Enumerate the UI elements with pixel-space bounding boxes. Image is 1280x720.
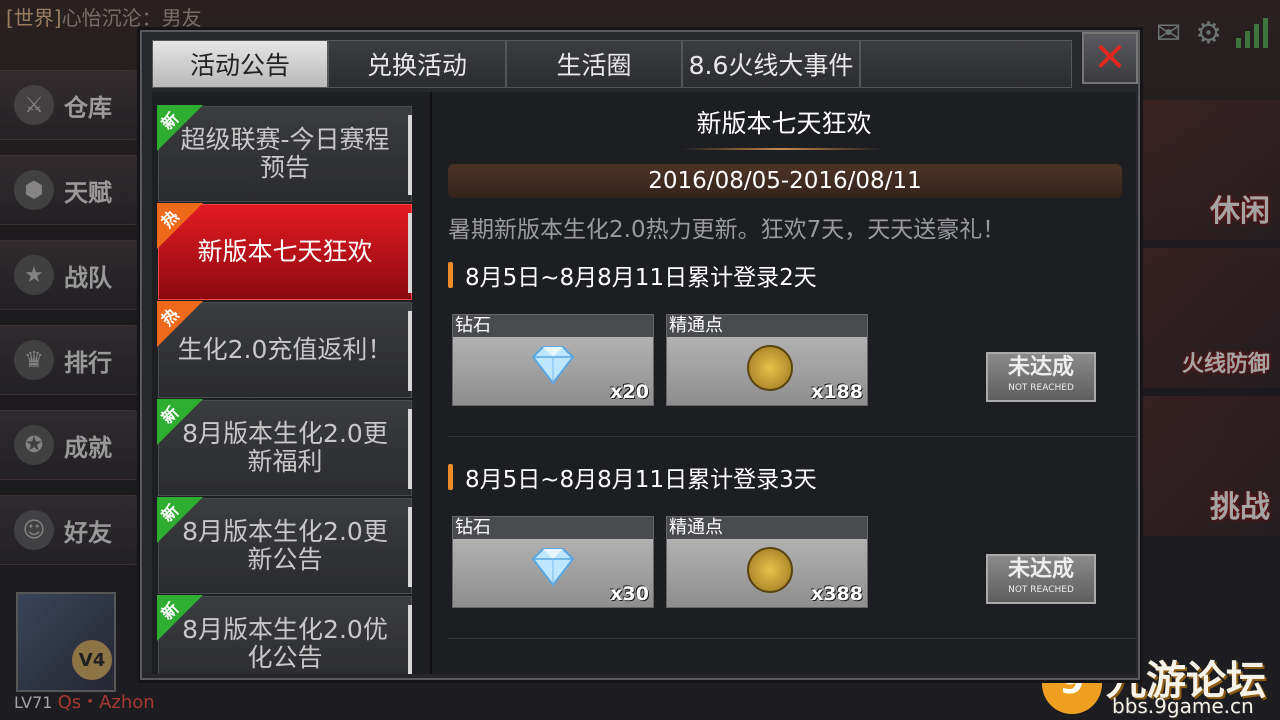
date-range: 2016/08/05-2016/08/11 [448,164,1122,198]
menu-item-label: 仓库 [64,93,112,122]
close-icon: ✕ [1093,35,1127,81]
talent-icon: ⬢ [14,170,54,210]
condition-marker-icon [448,262,453,288]
not-reached-button[interactable]: 未达成 NOT REACHED [986,352,1096,402]
mastery-point-icon [747,345,793,391]
not-reached-button[interactable]: 未达成 NOT REACHED [986,554,1096,604]
reward-condition: 8月5日~8月8月11日累计登录3天 [448,462,817,493]
reward-item-name: 钻石 [453,517,653,539]
tab-announcements[interactable]: 活动公告 [152,40,328,88]
list-item[interactable]: 新 超级联赛-今日赛程预告 [157,105,412,202]
list-item[interactable]: 新 8月版本生化2.0更新公告 [157,497,412,594]
menu-item-ranking[interactable]: ♛ 排行 [0,325,140,395]
tab-empty [860,40,1072,88]
title-divider [682,148,882,150]
player-avatar[interactable]: V4 [0,588,140,698]
player-level: LV71 [14,693,53,712]
announcement-list[interactable]: 新 超级联赛-今日赛程预告 热 新版本七天狂欢 热 生化2.0充值返利！ 新 8… [152,100,420,674]
reward-item-qty: x188 [811,381,863,403]
menu-item-label: 战队 [64,263,112,292]
menu-item-label: 成就 [64,433,112,462]
menu-item-warehouse[interactable]: ⚔ 仓库 [0,70,140,140]
medal-icon: ✪ [14,425,54,465]
reward-row: 8月5日~8月8月11日累计登录2天 钻石 x20 精通点 x188 未达成 N… [448,260,1138,437]
row-divider [448,638,1138,639]
list-item-title: 8月版本生化2.0优化公告 [182,615,388,672]
reward-condition: 8月5日~8月8月11日累计登录2天 [448,260,817,291]
tab-events[interactable]: 8.6火线大事件 [682,40,860,88]
list-item[interactable]: 新 8月版本生化2.0优化公告 [157,595,412,674]
reward-item-qty: x20 [610,381,649,403]
reward-item-qty: x30 [610,583,649,605]
close-button[interactable]: ✕ [1082,32,1138,84]
reward-item-qty: x388 [811,583,863,605]
reward-item-card[interactable]: 精通点 x388 [666,516,868,608]
status-sublabel: NOT REACHED [1008,585,1074,595]
row-divider [448,436,1138,437]
friends-icon: ☺ [14,510,54,550]
menu-item-achievement[interactable]: ✪ 成就 [0,410,140,480]
list-item-title: 超级联赛-今日赛程预告 [180,125,390,182]
chat-message: 心怡沉沦：男友 [61,6,202,30]
vip-badge: V4 [72,640,112,680]
list-item-title: 新版本七天狂欢 [197,237,373,266]
mode-panel-label: 休闲 [1210,194,1270,229]
menu-item-team[interactable]: ★ 战队 [0,240,140,310]
mode-panel-challenge[interactable]: 挑战 [1138,396,1280,536]
menu-item-label: 天赋 [64,178,112,207]
reward-item-name: 精通点 [667,315,867,337]
tab-exchange[interactable]: 兑换活动 [328,40,506,88]
mode-panel-label: 挑战 [1210,490,1270,525]
condition-marker-icon [448,464,453,490]
team-icon: ★ [14,255,54,295]
announcement-content[interactable]: 新版本七天狂欢 2016/08/05-2016/08/11 暑期新版本生化2.0… [430,92,1138,674]
list-item-title: 8月版本生化2.0更新公告 [182,517,388,574]
content-description: 暑期新版本生化2.0热力更新。狂欢7天，天天送豪礼！ [448,217,1006,243]
dialog-tabs: 活动公告 兑换活动 生活圈 8.6火线大事件 [152,40,1072,88]
dialog-body: 新 超级联赛-今日赛程预告 热 新版本七天狂欢 热 生化2.0充值返利！ 新 8… [152,92,1138,674]
gear-icon[interactable]: ⚙ [1195,16,1222,51]
watermark-url: bbs.9game.cn [1112,694,1254,718]
reward-item-card[interactable]: 钻石 x20 [452,314,654,406]
reward-item-name: 精通点 [667,517,867,539]
announcement-dialog: 活动公告 兑换活动 生活圈 8.6火线大事件 ✕ 新 超级联赛-今日赛程预告 热… [140,30,1140,680]
status-label: 未达成 [1007,557,1074,582]
right-mode-panels: 休闲 火线防御 挑战 [1138,100,1280,544]
reward-row: 8月5日~8月8月11日累计登录3天 钻石 x30 精通点 x388 未达成 N… [448,462,1138,639]
content-title: 新版本七天狂欢 [696,109,872,138]
reward-item-card[interactable]: 精通点 x188 [666,314,868,406]
mode-panel-defense[interactable]: 火线防御 [1138,248,1280,388]
status-label: 未达成 [1007,355,1074,380]
signal-strength-icon [1236,18,1268,48]
player-info: LV71 Qs・Azhon [14,688,155,714]
menu-item-label: 好友 [64,518,112,547]
list-item[interactable]: 新 8月版本生化2.0更新福利 [157,399,412,496]
reward-item-card[interactable]: 钻石 x30 [452,516,654,608]
left-side-menu: ⚔ 仓库 ⬢ 天赋 ★ 战队 ♛ 排行 ✪ 成就 ☺ 好友 [0,70,140,580]
chat-channel-tag: [世界] [6,6,62,30]
trophy-icon: ♛ [14,340,54,380]
warehouse-icon: ⚔ [14,85,54,125]
menu-item-talent[interactable]: ⬢ 天赋 [0,155,140,225]
status-sublabel: NOT REACHED [1008,383,1074,393]
menu-item-label: 排行 [64,348,112,377]
list-item-selected[interactable]: 热 新版本七天狂欢 [157,203,412,300]
diamond-icon [531,548,575,587]
list-item[interactable]: 热 生化2.0充值返利！ [157,301,412,398]
player-name: Qs・Azhon [57,692,155,713]
mode-panel-casual[interactable]: 休闲 [1138,100,1280,240]
mastery-point-icon [747,547,793,593]
list-item-title: 生化2.0充值返利！ [177,335,393,364]
mail-icon[interactable]: ✉ [1156,16,1181,51]
list-item-title: 8月版本生化2.0更新福利 [182,419,388,476]
diamond-icon [531,346,575,385]
tab-life-circle[interactable]: 生活圈 [506,40,682,88]
reward-item-name: 钻石 [453,315,653,337]
mode-panel-label: 火线防御 [1181,352,1270,377]
menu-item-friends[interactable]: ☺ 好友 [0,495,140,565]
